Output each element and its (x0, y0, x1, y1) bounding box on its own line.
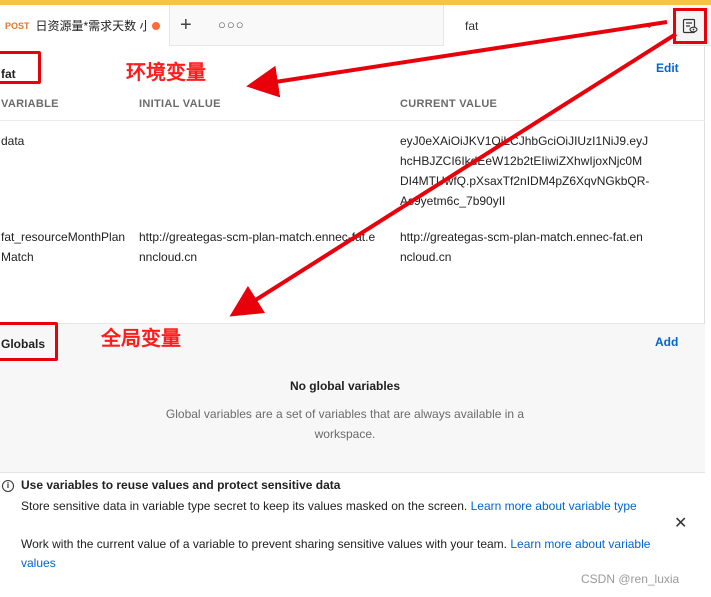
info-text: Store sensitive data in variable type se… (21, 499, 468, 513)
annotation-box-globals (0, 322, 58, 361)
initial-value: http://greategas-scm-plan-match.ennec-fa… (139, 230, 376, 264)
annotation-box-env-name (0, 51, 41, 84)
annotation-env-label: 环境变量 (126, 60, 206, 84)
environment-selector-value: fat (465, 18, 479, 33)
info-line-current-value: Work with the current value of a variabl… (21, 535, 661, 573)
more-tabs-icon[interactable]: ○○○ (218, 17, 245, 32)
variable-name: data (1, 134, 25, 148)
close-icon[interactable]: ✕ (674, 513, 687, 533)
column-header-variable: VARIABLE (1, 98, 59, 110)
current-value[interactable]: eyJ0eXAiOiJKV1QiLCJhbGciOiJIUzI1NiJ9.eyJ… (400, 131, 650, 211)
info-title: Use variables to reuse values and protec… (21, 478, 341, 492)
column-header-initial-value: INITIAL VALUE (139, 98, 221, 110)
variable-name: fat_resourceMonthPlanMatch (1, 230, 126, 264)
info-line-secret: Store sensitive data in variable type se… (21, 497, 661, 516)
column-header-current-value: CURRENT VALUE (400, 98, 498, 110)
info-icon: i (2, 480, 14, 492)
tab-bar: POST 日资源量*需求天数 小于 + ○○○ fat ⌄ (0, 5, 711, 46)
add-global-link[interactable]: Add (655, 335, 678, 349)
empty-state-title: No global variables (289, 379, 401, 393)
request-tab[interactable]: POST 日资源量*需求天数 小于 (0, 5, 170, 46)
edit-environment-link[interactable]: Edit (656, 61, 679, 75)
environment-header: fat Edit (0, 46, 705, 88)
environment-quick-look-icon (682, 18, 698, 34)
watermark: CSDN @ren_luxia (581, 572, 680, 586)
annotation-globals-label: 全局变量 (101, 326, 181, 350)
tab-title: 日资源量*需求天数 小于 (35, 19, 146, 33)
new-tab-plus-icon[interactable]: + (180, 15, 192, 35)
environment-selector[interactable]: fat ⌄ (443, 5, 668, 46)
tab-method: POST (5, 20, 30, 31)
learn-more-variable-type-link[interactable]: Learn more about variable type (471, 499, 637, 513)
info-banner: i Use variables to reuse values and prot… (0, 472, 705, 597)
info-text: Work with the current value of a variabl… (21, 537, 508, 551)
chevron-down-icon[interactable]: ⌄ (645, 18, 654, 31)
table-divider (0, 120, 705, 121)
current-value[interactable]: http://greategas-scm-plan-match.ennec-fa… (400, 227, 645, 267)
empty-state-description: Global variables are a set of variables … (165, 407, 525, 441)
unsaved-dot-icon (151, 21, 160, 30)
environment-quick-look-button[interactable] (673, 8, 707, 44)
